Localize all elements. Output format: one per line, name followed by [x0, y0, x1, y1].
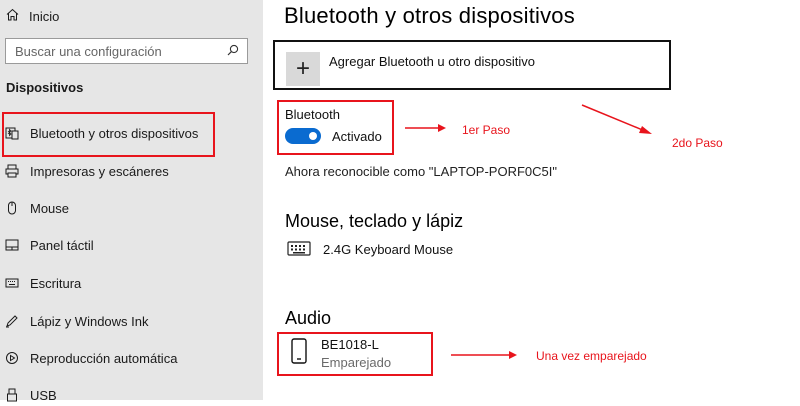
device-audio[interactable]: BE1018-L Emparejado: [291, 337, 391, 370]
toggle-knob: [309, 132, 317, 140]
add-device-button[interactable]: + Agregar Bluetooth u otro dispositivo: [273, 40, 671, 90]
page-title: Bluetooth y otros dispositivos: [284, 3, 575, 28]
touchpad-icon: [5, 238, 19, 252]
bluetooth-heading: Bluetooth: [285, 107, 340, 122]
device-name: 2.4G Keyboard Mouse: [323, 241, 454, 257]
search-icon[interactable]: [227, 44, 239, 59]
phone-icon: [291, 338, 307, 364]
sidebar: Inicio Dispositivos Bluetooth y otros di…: [0, 0, 263, 403]
sidebar-highlight-box: [2, 112, 215, 157]
mouse-section-heading: Mouse, teclado y lápiz: [285, 211, 464, 231]
sidebar-item-usb[interactable]: USB: [5, 384, 57, 406]
sidebar-item-label: Panel táctil: [30, 237, 94, 253]
device-status: Emparejado: [321, 355, 392, 370]
sidebar-item-autoplay[interactable]: Reproducción automática: [5, 347, 177, 369]
sidebar-item-touchpad[interactable]: Panel táctil: [5, 234, 94, 256]
autoplay-icon: [5, 351, 19, 365]
sidebar-item-label: Escritura: [30, 275, 82, 291]
keyboard-icon: [5, 276, 19, 290]
sidebar-item-typing[interactable]: Escritura: [5, 272, 81, 294]
annotation-step1: 1er Paso: [462, 123, 511, 137]
search-input[interactable]: [15, 43, 215, 59]
plus-icon: +: [286, 52, 320, 86]
step2-arrowhead: [639, 126, 652, 134]
device-name: BE1018-L: [321, 337, 379, 352]
sidebar-item-label: Impresoras y escáneres: [30, 163, 169, 179]
sidebar-item-label: USB: [30, 387, 57, 403]
audio-section-heading: Audio: [285, 308, 332, 328]
discoverable-text: Ahora reconocible como "LAPTOP-PORF0C5I": [285, 164, 557, 179]
sidebar-item-label: Reproducción automática: [30, 350, 178, 366]
home-icon: [6, 8, 29, 24]
sidebar-item-label: Lápiz y Windows Ink: [30, 313, 149, 329]
home-nav-item[interactable]: Inicio: [6, 6, 59, 26]
step1-arrowhead: [438, 124, 446, 132]
pen-icon: [5, 314, 19, 328]
bluetooth-toggle-label: Activado: [332, 129, 382, 144]
sidebar-item-printers[interactable]: Impresoras y escáneres: [5, 160, 169, 182]
annotation-step2: 2do Paso: [672, 136, 723, 150]
keyboard-icon: [287, 241, 311, 257]
mouse-icon: [5, 201, 19, 215]
section-heading-dispositivos: Dispositivos: [6, 80, 84, 95]
paired-arrowhead: [509, 351, 517, 359]
device-keyboard-mouse[interactable]: 2.4G Keyboard Mouse: [287, 241, 453, 257]
search-box: [5, 38, 248, 64]
sidebar-item-pen[interactable]: Lápiz y Windows Ink: [5, 310, 149, 332]
add-device-label: Agregar Bluetooth u otro dispositivo: [329, 54, 535, 69]
audio-device-text: BE1018-L Emparejado: [321, 337, 391, 370]
annotation-paired: Una vez emparejado: [536, 349, 647, 363]
home-label: Inicio: [29, 8, 60, 24]
bluetooth-toggle[interactable]: [285, 128, 321, 144]
step2-arrow: [581, 104, 646, 132]
printer-icon: [5, 164, 19, 178]
sidebar-item-label: Mouse: [30, 200, 70, 216]
sidebar-item-mouse[interactable]: Mouse: [5, 197, 69, 219]
